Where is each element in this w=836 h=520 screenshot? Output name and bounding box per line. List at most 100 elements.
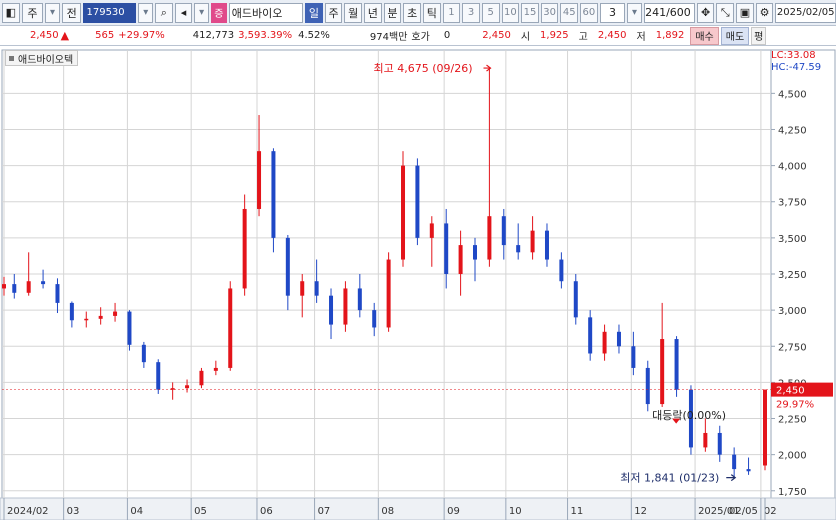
period-month[interactable]: 월 [344, 2, 363, 23]
mid-annotation: 대등락(0.00%) [652, 409, 726, 422]
candle-body [732, 454, 737, 470]
candle-body [84, 318, 89, 321]
stock-code-input[interactable]: 179530 [83, 2, 137, 23]
crosshair-icon[interactable]: ✥ [696, 2, 715, 23]
stock-name: 애드바이오 [231, 6, 283, 20]
candle-body [26, 281, 31, 293]
up-arrow-icon: ▲ [60, 29, 70, 42]
quote-value: 0 [443, 30, 451, 41]
candle-body [501, 216, 506, 246]
candle-body [660, 339, 665, 405]
x-tick-label: 07 [318, 506, 331, 517]
candle-body [199, 370, 204, 386]
candle-body [41, 281, 46, 285]
low-annotation: 최저 1,841 (01/23) [620, 472, 719, 485]
date-input[interactable]: 2025/02/05 [775, 2, 836, 23]
interval-label: 10 [503, 7, 517, 18]
period-week[interactable]: 주 [324, 2, 343, 23]
chart-area[interactable]: 1,7502,0002,2502,5002,7503,0003,2503,500… [0, 46, 836, 520]
code-dropdown-icon[interactable]: ▾ [138, 2, 154, 23]
period-day[interactable]: 일 [305, 2, 323, 23]
interval-60[interactable]: 60 [580, 2, 598, 23]
interval-label: 60 [582, 7, 596, 18]
interval-10[interactable]: 10 [501, 2, 520, 23]
chart-type-icon[interactable]: ◧ [2, 2, 20, 23]
tools-icon[interactable]: ⤡ [716, 2, 735, 23]
market-select[interactable]: 주 [21, 2, 44, 23]
search-icon[interactable]: ⌕ [155, 2, 173, 23]
high-annotation: 최고 4,675 (09/26) [374, 62, 473, 75]
candle-body [616, 331, 621, 347]
candle-body [69, 302, 74, 321]
period-week-label: 주 [328, 6, 339, 20]
high-price: 2,450 [597, 30, 627, 41]
save-icon[interactable]: ▣ [736, 2, 754, 23]
period-tick-label: 틱 [426, 6, 437, 20]
multiplier-input[interactable]: 3 [599, 2, 626, 23]
period-second[interactable]: 초 [403, 2, 421, 23]
period-month-label: 월 [348, 6, 359, 20]
period-year[interactable]: 년 [364, 2, 382, 23]
candle-body [602, 331, 607, 354]
candle-body [516, 245, 521, 253]
y-tick-label: 3,000 [778, 306, 807, 317]
low-price: 1,892 [655, 30, 685, 41]
interval-3[interactable]: 3 [462, 2, 480, 23]
average-button[interactable]: 평 [751, 26, 767, 45]
interval-1[interactable]: 1 [442, 2, 461, 23]
interval-label: 30 [543, 7, 556, 18]
speaker-icon[interactable]: ◂ [174, 2, 193, 23]
candle-body [573, 281, 578, 318]
open-label: 시 [520, 32, 531, 43]
candle-body [559, 259, 564, 282]
quote-price: 2,450 [482, 30, 511, 41]
volume-percent: 3,593.39% [238, 30, 293, 41]
y-tick-label: 2,750 [778, 342, 807, 353]
settings-icon[interactable]: ⚙ [755, 2, 774, 23]
count-input[interactable]: 241/600 [643, 2, 695, 23]
candle-body [314, 281, 319, 296]
candle-body [357, 288, 362, 311]
candle-body [12, 284, 17, 293]
price-chart[interactable]: 1,7502,0002,2502,5002,7503,0003,2503,500… [0, 46, 836, 520]
high-label: 고 [578, 32, 588, 43]
y-tick-label: 1,750 [778, 487, 807, 498]
candle-body [746, 469, 751, 472]
candle-body [444, 223, 449, 274]
candle-body [141, 344, 146, 363]
period-minute[interactable]: 분 [383, 2, 402, 23]
period-minute-label: 분 [387, 6, 398, 20]
dropdown-icon[interactable]: ▾ [45, 2, 60, 23]
buy-label: 매수 [695, 31, 714, 43]
chart-stock-label[interactable]: 애드바이오텍 [5, 50, 79, 66]
buy-button[interactable]: 매수 [690, 26, 719, 45]
interval-15[interactable]: 15 [521, 2, 539, 23]
interval-label: 45 [562, 7, 576, 18]
y-tick-label: 3,500 [778, 234, 807, 245]
interval-5[interactable]: 5 [481, 2, 500, 23]
x-tick-label: 04 [130, 506, 143, 517]
y-tick-label: 4,000 [778, 162, 807, 173]
open-price: 1,925 [540, 30, 569, 41]
candle-body [674, 339, 679, 390]
candle-body [213, 367, 218, 371]
type-select[interactable]: 전 [61, 2, 82, 23]
date-value: 2025/02/05 [776, 7, 835, 18]
candle-body [487, 216, 492, 260]
multiplier-dropdown-icon[interactable]: ▾ [627, 2, 642, 23]
quote-label: 호가 [411, 32, 430, 43]
x-tick-label: 05 [194, 506, 207, 517]
multiplier-value: 3 [608, 6, 616, 19]
sell-button[interactable]: 매도 [720, 26, 750, 45]
candle-body [300, 281, 305, 296]
candle-body [645, 367, 650, 405]
interval-30[interactable]: 30 [540, 2, 559, 23]
candle-body [185, 385, 190, 389]
y-tick-label: 4,500 [778, 89, 807, 100]
stock-name-field[interactable]: 애드바이오 [228, 2, 304, 23]
candle-body [113, 311, 118, 316]
interval-45[interactable]: 45 [560, 2, 579, 23]
period-tick[interactable]: 틱 [422, 2, 441, 23]
interval-label: 1 [448, 7, 455, 18]
speaker-dropdown-icon[interactable]: ▾ [194, 2, 210, 23]
